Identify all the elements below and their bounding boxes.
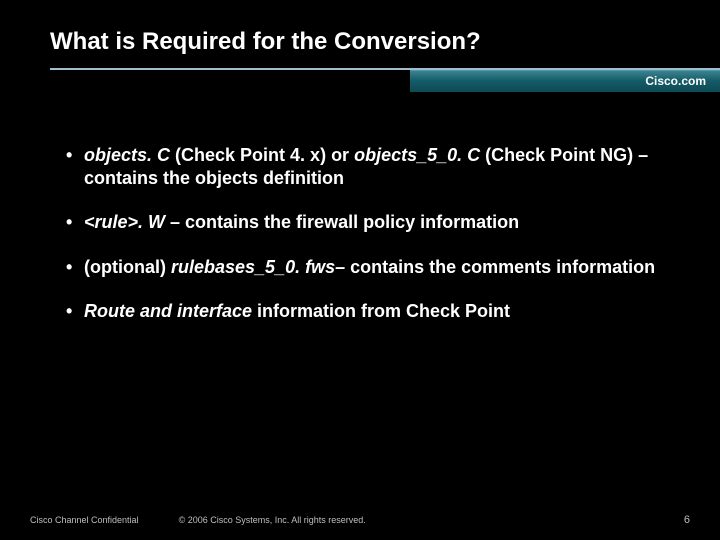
bullet-item: <rule>. W – contains the firewall policy… [66, 211, 664, 234]
bullet-text: – contains the comments information [335, 257, 655, 277]
bullet-text: rulebases_5_0. fws [171, 257, 335, 277]
bullet-text: – contains the firewall policy informati… [165, 212, 519, 232]
brand-bar: Cisco.com [410, 70, 720, 92]
bullet-text: Route and interface [84, 301, 252, 321]
bullet-item: (optional) rulebases_5_0. fws– contains … [66, 256, 664, 279]
page-number: 6 [684, 514, 690, 526]
footer-left: Cisco Channel Confidential [30, 515, 139, 525]
bullet-item: Route and interface information from Che… [66, 300, 664, 323]
title-area: What is Required for the Conversion? [0, 0, 720, 62]
brand-text: Cisco.com [645, 74, 706, 88]
bullet-item: objects. C (Check Point 4. x) or objects… [66, 144, 664, 189]
footer-copyright: © 2006 Cisco Systems, Inc. All rights re… [179, 515, 366, 525]
bullet-text: objects. C [84, 145, 170, 165]
title-underline: Cisco.com [0, 68, 720, 96]
bullet-text: <rule>. W [84, 212, 165, 232]
bullet-text: (Check Point 4. x) or [170, 145, 354, 165]
footer: Cisco Channel Confidential © 2006 Cisco … [0, 514, 720, 526]
bullet-text: objects_5_0. C [354, 145, 480, 165]
slide-title: What is Required for the Conversion? [50, 28, 670, 56]
bullet-text: (optional) [84, 257, 171, 277]
content-area: objects. C (Check Point 4. x) or objects… [0, 96, 720, 323]
bullet-list: objects. C (Check Point 4. x) or objects… [66, 144, 664, 323]
bullet-text: information from Check Point [252, 301, 510, 321]
